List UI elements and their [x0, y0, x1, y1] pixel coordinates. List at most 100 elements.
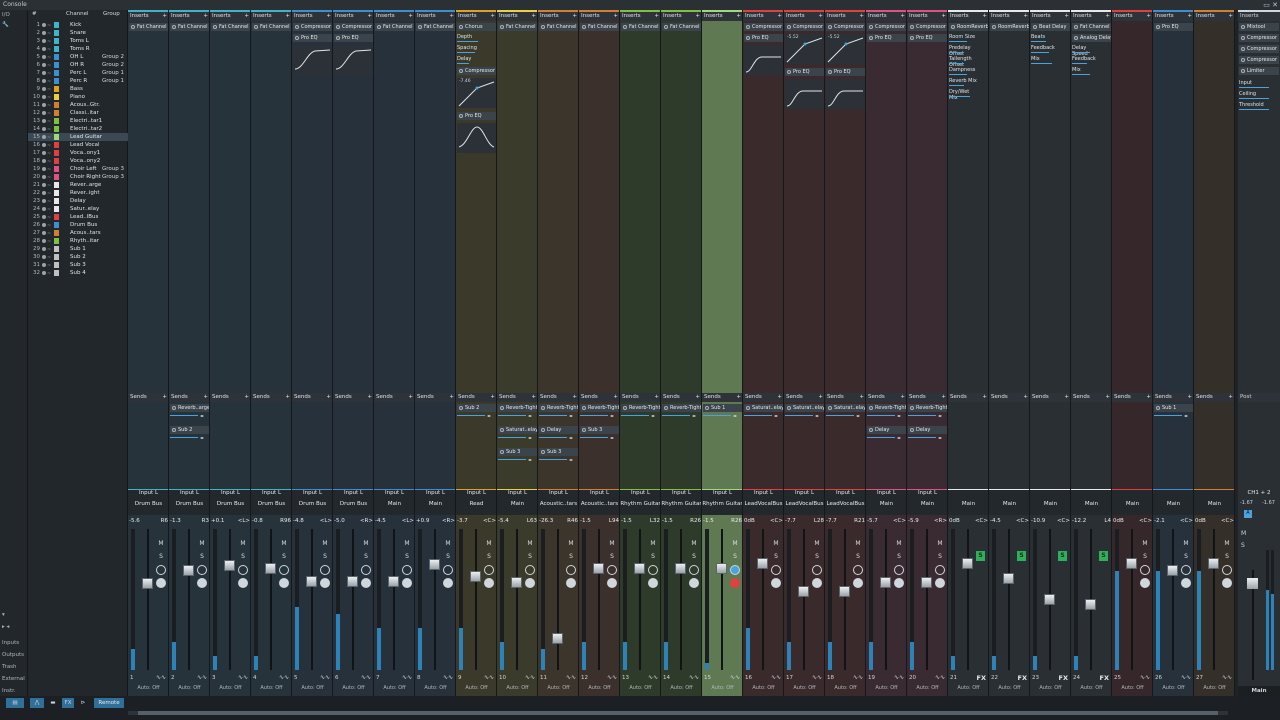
send-power-icon[interactable]: [541, 450, 545, 454]
add-insert-icon[interactable]: +: [162, 12, 167, 21]
fader-handle[interactable]: [1085, 599, 1096, 611]
sends-header[interactable]: Sends +: [456, 393, 496, 402]
send-pan-icon[interactable]: ◂▸: [610, 435, 614, 440]
input-view-button[interactable]: ⊳: [77, 698, 89, 708]
mute-button[interactable]: M: [689, 539, 699, 549]
add-insert-icon[interactable]: +: [1105, 12, 1110, 21]
input-selector[interactable]: Input L: [620, 490, 660, 496]
add-send-icon[interactable]: +: [449, 393, 454, 402]
add-send-icon[interactable]: +: [982, 393, 987, 402]
add-send-icon[interactable]: +: [203, 393, 208, 402]
add-send-icon[interactable]: +: [818, 393, 823, 402]
sends-header[interactable]: Sends +: [784, 393, 824, 402]
visibility-icon[interactable]: [42, 199, 46, 203]
input-selector[interactable]: Input L: [128, 490, 168, 496]
monitor-button[interactable]: [812, 565, 822, 575]
insert-plugin-slot[interactable]: Analog Delay: [1072, 34, 1111, 42]
visibility-icon[interactable]: [42, 207, 46, 211]
send-slot[interactable]: Sub 3: [498, 448, 537, 456]
add-insert-icon[interactable]: +: [1187, 12, 1192, 21]
send-pan-icon[interactable]: ◂▸: [528, 413, 532, 418]
automation-mode[interactable]: Auto: Off: [1112, 685, 1152, 691]
send-slot[interactable]: Reverb-Tight: [539, 404, 578, 412]
automation-mode[interactable]: Auto: Off: [333, 685, 373, 691]
mute-button[interactable]: M: [320, 539, 330, 549]
input-selector[interactable]: Input L: [333, 490, 373, 496]
solo-button[interactable]: S: [853, 552, 863, 562]
send-pan-icon[interactable]: ◂▸: [815, 413, 819, 418]
pan-readout[interactable]: <R>: [355, 518, 373, 524]
send-level-slider[interactable]: ◂▸: [867, 435, 906, 440]
output-selector[interactable]: Main: [1030, 501, 1070, 507]
send-level-slider[interactable]: ◂▸: [498, 457, 537, 462]
sends-header[interactable]: Sends +: [1153, 393, 1193, 402]
plugin-parameter[interactable]: Feedback: [1072, 56, 1102, 66]
output-selector[interactable]: Drum Bus: [169, 501, 209, 507]
insert-plugin-slot[interactable]: Pro EQ: [293, 34, 332, 42]
visibility-icon[interactable]: [42, 175, 46, 179]
send-slot[interactable]: Sub 2: [170, 426, 209, 434]
inserts-header[interactable]: Inserts +: [948, 12, 988, 21]
fader-handle[interactable]: [839, 586, 850, 598]
send-power-icon[interactable]: [664, 406, 668, 410]
input-selector[interactable]: Input L: [702, 490, 742, 496]
insert-plugin-slot[interactable]: Pro EQ: [1154, 23, 1193, 31]
sends-header[interactable]: Sends +: [866, 393, 906, 402]
automation-mode[interactable]: Auto: Off: [1071, 685, 1111, 691]
limiter-parameter[interactable]: Ceiling: [1239, 91, 1269, 101]
add-insert-icon[interactable]: +: [1146, 12, 1151, 21]
solo-button[interactable]: S: [484, 552, 494, 562]
record-arm-button[interactable]: [238, 578, 248, 588]
fader-handle[interactable]: [511, 577, 522, 589]
insert-plugin-slot[interactable]: Chorus: [457, 23, 496, 31]
insert-plugin-slot[interactable]: Pro EQ: [334, 34, 373, 42]
visibility-icon[interactable]: [42, 71, 46, 75]
inserts-header[interactable]: Inserts +: [1112, 12, 1152, 21]
sends-header[interactable]: Sends +: [497, 393, 537, 402]
inserts-header[interactable]: Inserts +: [1153, 12, 1193, 21]
fader-handle[interactable]: [880, 577, 891, 589]
automation-mode[interactable]: Auto: Off: [1194, 685, 1234, 691]
mute-button[interactable]: M: [402, 539, 412, 549]
add-send-icon[interactable]: +: [490, 393, 495, 402]
send-pan-icon[interactable]: ◂▸: [856, 413, 860, 418]
send-level-slider[interactable]: ◂▸: [785, 413, 824, 418]
automation-mode[interactable]: Auto: Off: [128, 685, 168, 691]
plugin-power-icon[interactable]: [1074, 36, 1078, 40]
fader-handle[interactable]: [675, 562, 686, 574]
automation-mode[interactable]: Auto: Off: [169, 685, 209, 691]
add-send-icon[interactable]: +: [613, 393, 618, 402]
mute-button[interactable]: M: [484, 539, 494, 549]
plugin-power-icon[interactable]: [1241, 36, 1245, 40]
fader-handle[interactable]: [593, 562, 604, 574]
send-power-icon[interactable]: [746, 406, 750, 410]
insert-plugin-slot[interactable]: Fat Channel: [129, 23, 168, 31]
automation-mode[interactable]: Auto: Off: [374, 685, 414, 691]
visibility-icon[interactable]: [42, 223, 46, 227]
sends-header[interactable]: Sends +: [579, 393, 619, 402]
plugin-power-icon[interactable]: [787, 25, 791, 29]
pan-readout[interactable]: <C>: [1011, 518, 1029, 524]
sends-header[interactable]: Sends +: [374, 393, 414, 402]
insert-plugin-slot[interactable]: Fat Channel: [662, 23, 701, 31]
inserts-header[interactable]: Inserts +: [702, 12, 742, 21]
insert-plugin-slot[interactable]: Compressor: [293, 23, 332, 31]
automation-mode[interactable]: Auto: Off: [784, 685, 824, 691]
plugin-power-icon[interactable]: [1156, 25, 1160, 29]
plugin-power-icon[interactable]: [746, 36, 750, 40]
output-selector[interactable]: Drum Bus: [251, 501, 291, 507]
automation-lane-icon[interactable]: ∿∿: [197, 674, 207, 681]
send-level-slider[interactable]: ◂▸: [580, 435, 619, 440]
send-pan-icon[interactable]: ◂▸: [200, 435, 204, 440]
plugin-parameter[interactable]: Predelay Offset: [949, 45, 979, 57]
channel-list-row[interactable]: 11 ~ Acous..Gtr.: [28, 101, 128, 109]
inserts-header[interactable]: Inserts +: [128, 12, 168, 21]
visibility-icon[interactable]: [42, 231, 46, 235]
record-arm-button[interactable]: [566, 578, 576, 588]
send-level-slider[interactable]: ◂▸: [703, 413, 742, 418]
send-pan-icon[interactable]: ◂▸: [528, 435, 532, 440]
send-slot[interactable]: Reverb-Tight: [580, 404, 619, 412]
visibility-icon[interactable]: [42, 263, 46, 267]
pan-readout[interactable]: R21: [847, 518, 865, 524]
volume-readout[interactable]: -5.7: [867, 518, 881, 524]
